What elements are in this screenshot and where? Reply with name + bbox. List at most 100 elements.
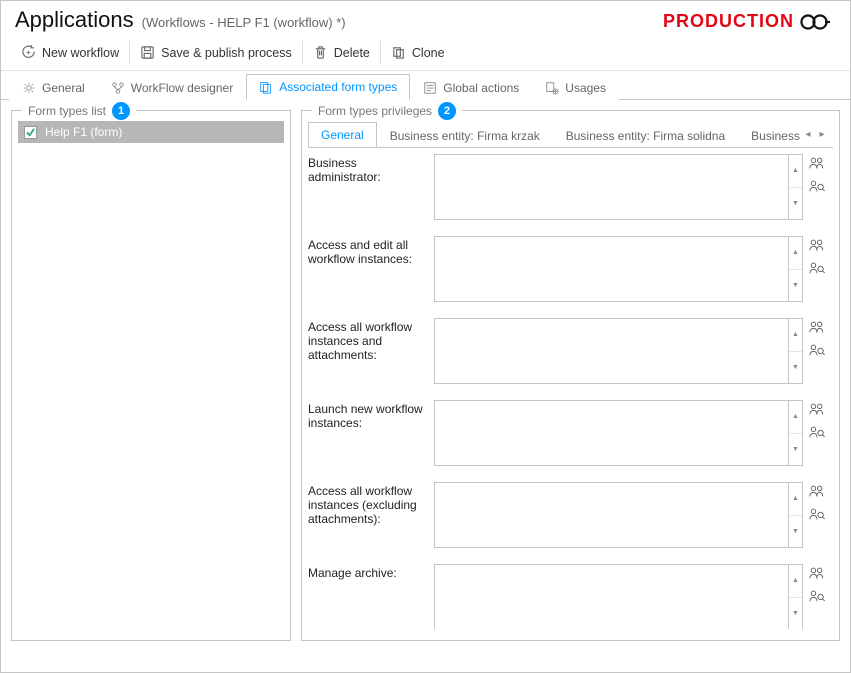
privilege-actions <box>809 154 829 220</box>
find-users-icon[interactable] <box>809 507 829 524</box>
privilege-field[interactable]: ▲▼ <box>434 154 803 220</box>
page-title: Applications <box>15 7 134 33</box>
new-workflow-button[interactable]: New workflow <box>11 41 130 64</box>
privileges-tabbar: General Business entity: Firma krzak Bus… <box>308 121 833 148</box>
tab-usages[interactable]: Usages <box>532 74 619 100</box>
add-users-icon[interactable] <box>809 238 829 255</box>
tab-general[interactable]: General <box>9 74 98 100</box>
tab-usages-label: Usages <box>565 81 606 95</box>
header: Applications (Workflows - HELP F1 (workf… <box>1 1 850 35</box>
brand-text: PRODUCTION <box>663 11 794 32</box>
form-types-privileges-panel: Form types privileges 2 General Business… <box>301 110 840 641</box>
tab-associated-form-types[interactable]: Associated form types <box>246 74 410 100</box>
spinner-up-button[interactable]: ▲ <box>789 237 802 269</box>
privilege-field[interactable]: ▲▼ <box>434 236 803 302</box>
check-icon <box>26 128 35 137</box>
privilege-field[interactable]: ▲▼ <box>434 482 803 548</box>
privilege-label: Access all workflow instances (excluding… <box>308 482 428 548</box>
trash-icon <box>313 45 328 60</box>
spinner-up-button[interactable]: ▲ <box>789 483 802 515</box>
add-users-icon[interactable] <box>809 320 829 337</box>
privilege-actions <box>809 400 829 466</box>
privilege-spinner: ▲▼ <box>788 565 802 629</box>
clone-icon <box>391 45 406 60</box>
add-users-icon[interactable] <box>809 156 829 173</box>
usages-icon <box>545 81 559 95</box>
find-users-icon[interactable] <box>809 343 829 360</box>
privilege-spinner: ▲▼ <box>788 155 802 219</box>
page-subtitle: (Workflows - HELP F1 (workflow) *) <box>142 15 346 30</box>
spinner-up-button[interactable]: ▲ <box>789 565 802 597</box>
privilege-row: Launch new workflow instances: ▲▼ <box>308 400 829 466</box>
add-users-icon[interactable] <box>809 566 829 583</box>
priv-tab-entity-1[interactable]: Business entity: Firma krzak <box>377 123 553 148</box>
priv-tab-general-label: General <box>321 128 364 142</box>
toolbar: New workflow Save & publish process Dele… <box>1 35 850 71</box>
spinner-down-button[interactable]: ▼ <box>789 597 802 630</box>
privilege-field[interactable]: ▲▼ <box>434 564 803 629</box>
refresh-plus-icon <box>21 45 36 60</box>
privilege-spinner: ▲▼ <box>788 401 802 465</box>
spinner-up-button[interactable]: ▲ <box>789 319 802 351</box>
priv-tab-entity-2[interactable]: Business entity: Firma solidna <box>553 123 738 148</box>
form-types-privileges-legend-text: Form types privileges <box>318 104 432 118</box>
save-publish-button[interactable]: Save & publish process <box>130 41 303 64</box>
privilege-field[interactable]: ▲▼ <box>434 400 803 466</box>
privilege-row: Manage archive:▲▼ <box>308 564 829 629</box>
privilege-actions <box>809 564 829 629</box>
find-users-icon[interactable] <box>809 425 829 442</box>
gear-icon <box>22 81 36 95</box>
privilege-label: Access all workflow instances and attach… <box>308 318 428 384</box>
branch-icon <box>111 81 125 95</box>
add-users-icon[interactable] <box>809 402 829 419</box>
spinner-down-button[interactable]: ▼ <box>789 187 802 220</box>
tab-global-actions-label: Global actions <box>443 81 519 95</box>
badge-1: 1 <box>112 102 130 120</box>
save-icon <box>140 45 155 60</box>
brand-logo-icon <box>800 12 830 32</box>
priv-tab-entity-2-label: Business entity: Firma solidna <box>566 129 725 143</box>
find-users-icon[interactable] <box>809 179 829 196</box>
spinner-down-button[interactable]: ▼ <box>789 269 802 302</box>
tab-scroll-right-button[interactable]: ▸ <box>815 126 829 142</box>
tab-workflow-designer-label: WorkFlow designer <box>131 81 233 95</box>
form-type-item-label: Help F1 (form) <box>45 125 122 139</box>
new-workflow-label: New workflow <box>42 46 119 60</box>
delete-button[interactable]: Delete <box>303 41 381 64</box>
form-types-privileges-legend: Form types privileges 2 <box>312 102 462 120</box>
form-type-list-item[interactable]: Help F1 (form) <box>18 121 284 143</box>
clone-button[interactable]: Clone <box>381 41 455 64</box>
privilege-actions <box>809 482 829 548</box>
add-users-icon[interactable] <box>809 484 829 501</box>
priv-tab-general[interactable]: General <box>308 122 377 148</box>
spinner-down-button[interactable]: ▼ <box>789 515 802 548</box>
privilege-spinner: ▲▼ <box>788 237 802 301</box>
tab-scroll-left-button[interactable]: ◂ <box>801 126 815 142</box>
spinner-down-button[interactable]: ▼ <box>789 433 802 466</box>
privilege-actions <box>809 236 829 302</box>
find-users-icon[interactable] <box>809 261 829 278</box>
spinner-up-button[interactable]: ▲ <box>789 155 802 187</box>
privilege-row: Access and edit all workflow instances: ▲… <box>308 236 829 302</box>
badge-2: 2 <box>438 102 456 120</box>
privilege-field[interactable]: ▲▼ <box>434 318 803 384</box>
spinner-down-button[interactable]: ▼ <box>789 351 802 384</box>
main-tabbar: General WorkFlow designer Associated for… <box>1 73 850 100</box>
form-types-list-legend-text: Form types list <box>28 104 106 118</box>
privilege-spinner: ▲▼ <box>788 319 802 383</box>
form-types-list-panel: Form types list 1 Help F1 (form) <box>11 110 291 641</box>
find-users-icon[interactable] <box>809 589 829 606</box>
tab-global-actions[interactable]: Global actions <box>410 74 532 100</box>
save-publish-label: Save & publish process <box>161 46 292 60</box>
form-action-icon <box>423 81 437 95</box>
priv-tab-entity-3[interactable]: Business entity: WEB <box>738 123 801 148</box>
privilege-label: Access and edit all workflow instances: <box>308 236 428 302</box>
tab-associated-label: Associated form types <box>279 80 397 94</box>
privilege-spinner: ▲▼ <box>788 483 802 547</box>
spinner-up-button[interactable]: ▲ <box>789 401 802 433</box>
tab-workflow-designer[interactable]: WorkFlow designer <box>98 74 246 100</box>
privilege-label: Launch new workflow instances: <box>308 400 428 466</box>
form-type-checkbox[interactable] <box>24 126 37 139</box>
tab-general-label: General <box>42 81 85 95</box>
privilege-actions <box>809 318 829 384</box>
